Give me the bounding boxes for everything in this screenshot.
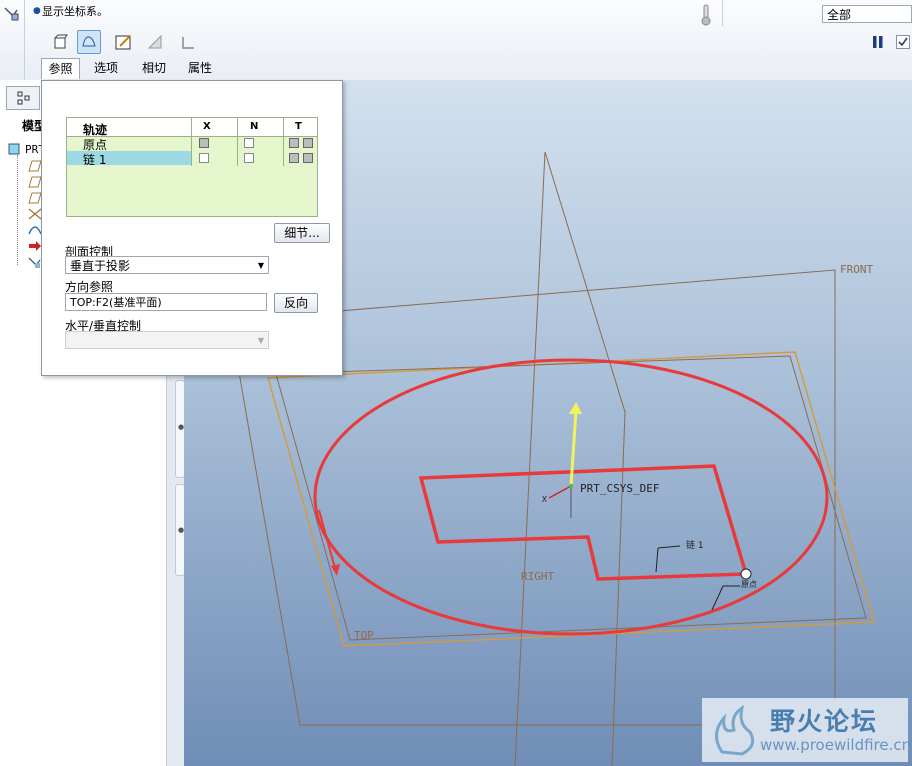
chain-leader-tick	[657, 545, 681, 549]
tab-properties[interactable]: 属性	[182, 58, 218, 78]
top-label: TOP	[354, 629, 374, 642]
t-checkbox	[303, 138, 313, 148]
tab-references[interactable]: 参照	[41, 58, 80, 79]
dropdown-arrow-icon: ▼	[257, 261, 264, 270]
right-label: RIGHT	[521, 570, 554, 583]
csys-label: PRT_CSYS_DEF	[580, 482, 659, 495]
column-header-n: N	[250, 121, 259, 132]
csys-x-axis	[548, 485, 572, 499]
sketch-icon[interactable]	[112, 30, 136, 54]
flame-logo-icon	[708, 704, 758, 759]
watermark-url: www.proewildfire.cn	[760, 736, 912, 754]
datum-plane-icon[interactable]	[28, 160, 42, 175]
message-hint: 显示坐标系。	[42, 5, 108, 18]
thermometer-icon	[700, 4, 712, 29]
n-checkbox[interactable]	[244, 138, 254, 148]
toolbar-divider	[722, 0, 723, 26]
sweep-direction-arrow	[318, 509, 337, 573]
row-label: 链 1	[83, 153, 107, 167]
tab-options[interactable]: 选项	[88, 58, 124, 78]
table-row[interactable]: 链 1	[67, 151, 317, 167]
column-header-x: X	[203, 121, 211, 132]
x-checkbox	[199, 138, 209, 148]
start-point	[740, 568, 752, 580]
model-tree-tab[interactable]	[6, 86, 40, 110]
curve-icon[interactable]	[28, 224, 42, 239]
section-control-value: 垂直于投影	[70, 259, 131, 273]
sweep-tool-icon	[3, 4, 21, 25]
dashboard-toolbar: ● 显示坐标系。 参照 选项 相切 属性 全部	[0, 0, 912, 81]
pause-icon[interactable]	[872, 35, 884, 52]
arrow-head	[331, 564, 340, 576]
table-row[interactable]: 原点	[67, 136, 317, 152]
references-panel: 轨迹 X N T 原点 链 1 细节... 剖面控制 垂直于投影 ▼ 方向参照 …	[41, 80, 343, 376]
csys-z-arrow	[569, 402, 582, 414]
t-checkbox	[289, 153, 299, 163]
chain-label: 链 1	[686, 539, 704, 551]
n-checkbox[interactable]	[244, 153, 254, 163]
surface-icon[interactable]	[77, 30, 101, 54]
tree-guide-line	[17, 155, 19, 265]
t-checkbox	[303, 153, 313, 163]
watermark: 野火论坛 www.proewildfire.cn	[702, 698, 912, 762]
filter-select[interactable]: 全部	[822, 5, 912, 23]
thicken-icon[interactable]	[176, 30, 200, 54]
watermark-name: 野火论坛	[770, 707, 879, 736]
csys-icon[interactable]	[28, 208, 42, 223]
direction-ref-field[interactable]: TOP:F2(基准平面)	[65, 293, 267, 311]
dropdown-arrow-icon: ▼	[257, 336, 264, 345]
right-plane	[514, 151, 626, 766]
datum-plane-icon[interactable]	[28, 176, 42, 191]
details-button[interactable]: 细节...	[274, 223, 330, 243]
origin-label: 原点	[741, 580, 757, 589]
sweep-feature-icon[interactable]	[28, 256, 42, 271]
csys-x-label: X	[542, 495, 547, 504]
front-label: FRONT	[840, 263, 873, 276]
insert-here-icon[interactable]	[28, 240, 42, 255]
t-checkbox	[289, 138, 299, 148]
csys-origin	[569, 484, 573, 488]
x-checkbox[interactable]	[199, 153, 209, 163]
hv-control-select[interactable]: ▼	[65, 331, 269, 349]
chain-leader	[655, 547, 659, 573]
section-control-select[interactable]: 垂直于投影 ▼	[65, 256, 269, 274]
datum-plane-icon[interactable]	[28, 192, 42, 207]
tab-tangency[interactable]: 相切	[136, 58, 172, 78]
toolbar-divider	[24, 0, 25, 80]
bullet-icon: ●	[33, 6, 41, 16]
remove-material-icon[interactable]	[143, 30, 167, 54]
column-header-t: T	[295, 121, 302, 132]
flip-button[interactable]: 反向	[274, 293, 318, 313]
csys-z-axis	[569, 409, 578, 487]
check-icon[interactable]	[896, 35, 910, 52]
tree-icon	[17, 91, 31, 108]
trajectory-table: 轨迹 X N T 原点 链 1	[66, 117, 318, 217]
solid-icon[interactable]	[48, 30, 72, 54]
